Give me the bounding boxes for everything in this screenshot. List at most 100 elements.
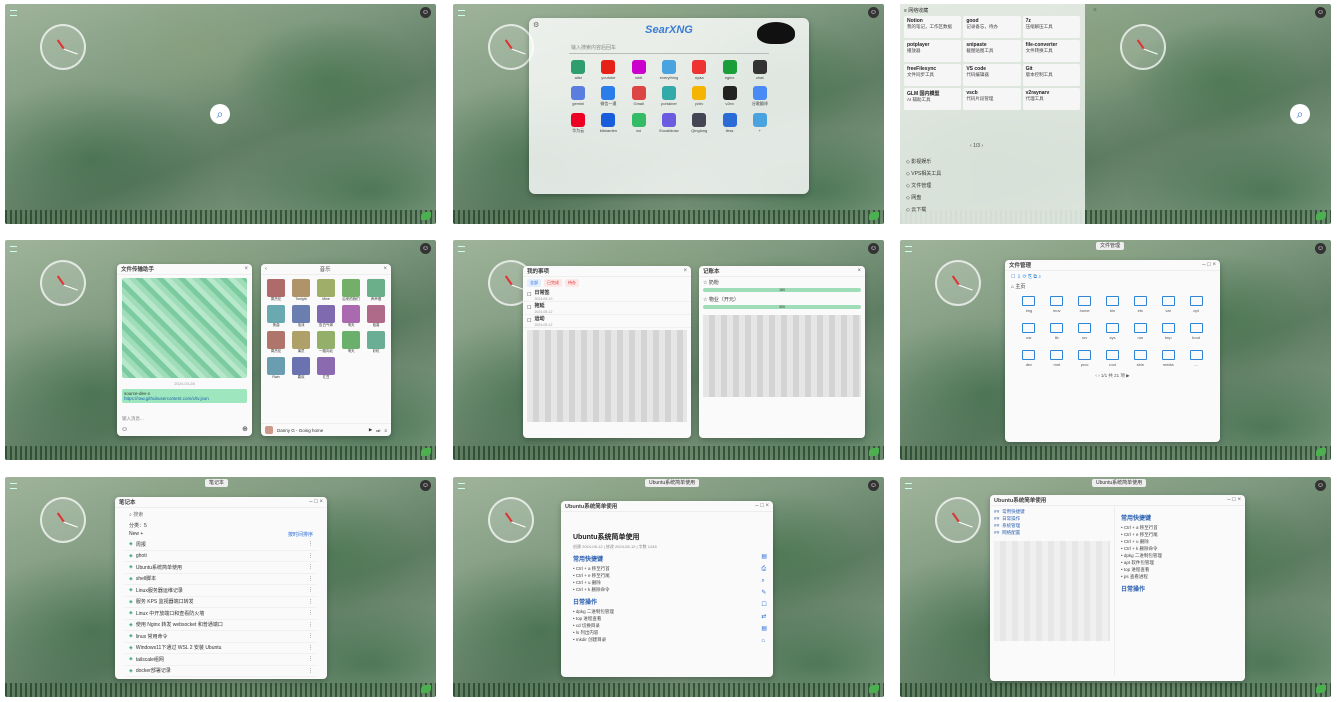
todo-tag[interactable]: 已完成: [544, 279, 562, 287]
album-item[interactable]: 彩虹: [365, 331, 387, 354]
note-row[interactable]: ◈ linux 常用命令 ⋮: [125, 631, 317, 643]
folder-item[interactable]: sys: [1099, 323, 1127, 340]
album-item[interactable]: 演员: [290, 331, 312, 354]
window-controls[interactable]: – □ ×: [1202, 262, 1216, 268]
note-row[interactable]: ◈ docker部署记录 ⋮: [125, 666, 317, 677]
todo-tag[interactable]: 待办: [565, 279, 579, 287]
menu-icon[interactable]: [10, 10, 17, 16]
emoji-icon[interactable]: ☺: [121, 426, 128, 433]
toc-item[interactable]: ## 系统管理: [994, 523, 1110, 530]
add-icon[interactable]: ⊕: [242, 425, 248, 433]
menu-icon[interactable]: [905, 246, 912, 252]
bookmark-card[interactable]: v2raynarv 代理工具: [1022, 88, 1080, 110]
app-17[interactable]: Excalidraw: [654, 113, 684, 134]
search-icon[interactable]: ⌕: [1290, 104, 1310, 124]
avatar-icon[interactable]: ☺: [420, 480, 431, 491]
note-row[interactable]: ◈ Windows11下通过 WSL 2 安装 Ubuntu ⋮: [125, 643, 317, 654]
app-0[interactable]: alist: [563, 60, 593, 80]
app-1[interactable]: youtube: [593, 60, 623, 80]
folder-item[interactable]: home: [1071, 296, 1099, 313]
more-icon[interactable]: ⋮: [308, 622, 313, 628]
app-7[interactable]: gemini: [563, 86, 593, 107]
chat-message[interactable]: source-dev-x https://raw.githubuserconte…: [122, 389, 247, 403]
notes-search[interactable]: ⌕ 搜索: [115, 508, 327, 521]
note-row[interactable]: ◈ Ubuntu系统简单使用 ⋮: [125, 562, 317, 574]
close-icon[interactable]: ×: [1093, 7, 1097, 14]
menu-icon[interactable]: [905, 483, 912, 489]
more-icon[interactable]: ⋮: [308, 645, 313, 651]
bookmark-card[interactable]: GLM 国内模型 AI 辅助工具: [904, 88, 962, 110]
app-18[interactable]: Qinglong: [684, 113, 714, 134]
menu-icon[interactable]: [458, 483, 465, 489]
message-link[interactable]: https://raw.githubusercontent.com/x/tv.j…: [124, 396, 245, 401]
play-icon[interactable]: ▶: [369, 427, 372, 433]
app-11[interactable]: pixiv: [684, 86, 714, 107]
app-2[interactable]: iobit: [624, 60, 654, 80]
bookmark-card[interactable]: freeFilesync 文件同步工具: [904, 64, 962, 86]
album-item[interactable]: 夜曲: [265, 305, 287, 328]
folder-item[interactable]: var: [1154, 296, 1182, 313]
album-item[interactable]: 周杰伦: [265, 279, 287, 302]
folder-item[interactable]: run: [1126, 323, 1154, 340]
bookmark-card[interactable]: Git 版本控制工具: [1022, 64, 1080, 86]
folder-item[interactable]: ....: [1182, 350, 1210, 367]
app-20[interactable]: +: [745, 113, 775, 134]
folder-item[interactable]: mov: [1043, 296, 1071, 313]
app-6[interactable]: chat: [745, 60, 775, 80]
folder-item[interactable]: tmp: [1154, 323, 1182, 340]
folder-item[interactable]: usr: [1015, 323, 1043, 340]
taskbar-tab[interactable]: 笔记本: [205, 479, 229, 487]
app-10[interactable]: portainer: [654, 86, 684, 107]
bookmark-card[interactable]: 7z 压缩解压工具: [1022, 16, 1080, 38]
app-12[interactable]: v2ex: [714, 86, 744, 107]
bookmark-card[interactable]: snipaste 截图贴图工具: [963, 40, 1021, 62]
todo-tag[interactable]: 全部: [527, 279, 541, 287]
checkbox[interactable]: ☐: [527, 305, 531, 311]
ledger-row[interactable]: ☆ 物业（开元） 300: [699, 294, 865, 311]
album-item[interactable]: 声声慢: [365, 279, 387, 302]
album-item[interactable]: 红豆: [315, 357, 337, 380]
more-icon[interactable]: ⋮: [308, 587, 313, 593]
markdown-source[interactable]: ## 常用快捷键 ## 日常操作 ## 系统管理 ## 网络配置: [990, 506, 1115, 676]
toc-item[interactable]: ## 网络配置: [994, 530, 1110, 537]
more-icon[interactable]: ⋮: [308, 541, 313, 547]
note-row[interactable]: ◈ Linux服务器运维记录 ⋮: [125, 585, 317, 597]
more-icon[interactable]: ⋮: [308, 633, 313, 639]
sort-button[interactable]: 按时间排序: [288, 531, 313, 538]
nav-item[interactable]: ◇ VPS相关工具: [906, 168, 941, 180]
album-item[interactable]: Rain: [265, 357, 287, 380]
menu-icon[interactable]: [10, 246, 17, 252]
bookmark-pager[interactable]: ‹ 1/3 ›: [970, 143, 983, 149]
nav-item[interactable]: ◇ 影视娱乐: [906, 156, 941, 168]
window-controls[interactable]: – □ ×: [755, 503, 769, 509]
toc-item[interactable]: ## 常用快捷键: [994, 509, 1110, 516]
more-icon[interactable]: ⋮: [308, 668, 313, 674]
taskbar-tab[interactable]: 文件管理: [1096, 242, 1125, 250]
folder-item[interactable]: img: [1015, 296, 1043, 313]
app-8[interactable]: 微信一通: [593, 86, 623, 107]
checkbox[interactable]: ☐: [527, 318, 531, 324]
avatar-icon[interactable]: ☺: [868, 7, 879, 18]
file-pager[interactable]: ‹ › 1/1 共 21 项 ▶: [1005, 373, 1220, 379]
todo-row[interactable]: ☐ 拖延 2024-05-12: [523, 302, 691, 315]
bookmark-card[interactable]: file-converter 文件转换工具: [1022, 40, 1080, 62]
menu-icon[interactable]: [458, 246, 465, 252]
note-row[interactable]: ◈ Linux 中开放端口和查看防火墙 ⋮: [125, 608, 317, 620]
more-icon[interactable]: ⋮: [308, 564, 313, 570]
more-icon[interactable]: ⋮: [308, 656, 313, 662]
nav-item[interactable]: ◇ 云下载: [906, 204, 941, 216]
nav-item[interactable]: ◇ 文件管理: [906, 180, 941, 192]
app-4[interactable]: nyaa: [684, 60, 714, 80]
app-9[interactable]: Gmail: [624, 86, 654, 107]
bookmark-card[interactable]: Notion 我的笔记，工作区数据: [904, 16, 962, 38]
more-icon[interactable]: ⋮: [308, 599, 313, 605]
menu-icon[interactable]: [458, 10, 465, 16]
folder-item[interactable]: mnt: [1043, 350, 1071, 367]
app-16[interactable]: xui: [624, 113, 654, 134]
more-icon[interactable]: ⋮: [308, 553, 313, 559]
folder-item[interactable]: sbin: [1126, 350, 1154, 367]
toc-item[interactable]: ## 日常操作: [994, 516, 1110, 523]
album-item[interactable]: 告白气球: [315, 305, 337, 328]
album-item[interactable]: 泡沫: [290, 305, 312, 328]
avatar-icon[interactable]: ☺: [1315, 243, 1326, 254]
